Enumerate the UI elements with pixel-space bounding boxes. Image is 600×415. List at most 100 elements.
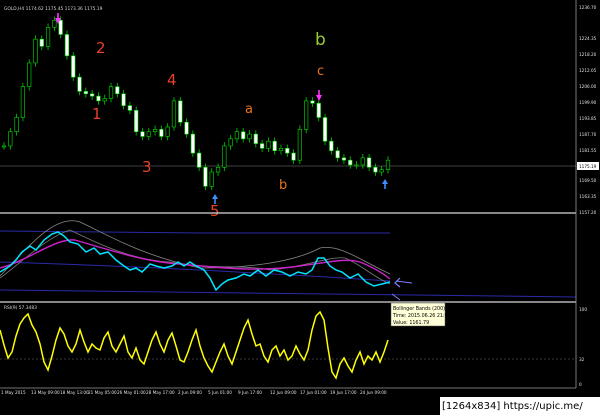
candle-body bbox=[115, 86, 120, 95]
candle-body bbox=[52, 19, 57, 28]
candle-body bbox=[266, 140, 271, 149]
candle-body bbox=[297, 129, 302, 161]
candle-body bbox=[259, 143, 265, 149]
gold-h4-chart: GOLD,H4 1174.62 1175.45 1173.36 1175.19 … bbox=[0, 0, 600, 415]
candle-body bbox=[140, 131, 145, 137]
candle-body bbox=[322, 117, 328, 142]
rsi-tick: 0 bbox=[579, 382, 582, 387]
wave-label-2: 2 bbox=[96, 39, 106, 57]
candle-body bbox=[165, 126, 170, 137]
rsi-tick: 32 bbox=[579, 357, 585, 362]
rsi-pane-title: RSI(9) 57.3483 bbox=[4, 305, 37, 311]
candle-body bbox=[27, 62, 32, 87]
wave-label-b-small: b bbox=[279, 178, 287, 193]
candle-body bbox=[14, 117, 19, 133]
candle-body bbox=[90, 93, 95, 97]
candle-body bbox=[146, 131, 151, 137]
down-arrow-2-stem bbox=[318, 90, 320, 95]
wave-label-4: 4 bbox=[167, 71, 177, 89]
candle-body bbox=[1, 145, 7, 148]
candle-body bbox=[108, 86, 114, 99]
wave-label-c: c bbox=[317, 64, 324, 79]
time-tick: 18 May 13:00 bbox=[60, 390, 89, 395]
candle-body bbox=[178, 100, 183, 123]
candle-body bbox=[291, 152, 296, 161]
candle-body bbox=[348, 159, 353, 166]
candle-body bbox=[228, 138, 233, 147]
candle-body bbox=[373, 167, 378, 173]
candle-body bbox=[197, 152, 202, 168]
candle-body bbox=[285, 148, 290, 154]
candle-body bbox=[152, 129, 158, 133]
price-tick: 1199.90 bbox=[579, 100, 597, 105]
candle-body bbox=[304, 100, 309, 130]
candle-body bbox=[127, 105, 133, 111]
tooltip-line-3: Value: 1161.79 bbox=[393, 320, 429, 326]
candle-body bbox=[83, 91, 88, 95]
candle-body bbox=[335, 150, 340, 159]
time-tick: 21 May 05:00 bbox=[88, 390, 117, 395]
candle-body bbox=[367, 157, 372, 168]
rsi-tick: 100 bbox=[579, 307, 587, 312]
candle-body bbox=[385, 159, 391, 170]
time-tick: 13 May 09:00 bbox=[31, 390, 60, 395]
price-tick: 1218.20 bbox=[579, 52, 597, 57]
candle-body bbox=[360, 157, 365, 166]
candle-body bbox=[329, 140, 334, 151]
time-tick: 9 Jun 17:00 bbox=[238, 390, 262, 395]
price-tick: 1206.00 bbox=[579, 84, 597, 89]
candle-body bbox=[184, 121, 189, 135]
candle-body bbox=[77, 76, 82, 92]
candle-body bbox=[354, 164, 359, 167]
up-arrow-1-stem bbox=[214, 199, 216, 204]
candle-body bbox=[241, 131, 246, 140]
price-tick: 1169.50 bbox=[579, 178, 597, 183]
price-tick: 1157.20 bbox=[579, 210, 597, 215]
candle-body bbox=[102, 98, 107, 102]
down-arrow-1-stem bbox=[57, 13, 59, 18]
candle-body bbox=[45, 27, 51, 47]
current-price-label: 1175.19 bbox=[579, 164, 597, 169]
candle-body bbox=[272, 140, 277, 151]
candle-body bbox=[33, 38, 38, 64]
price-pane-title: GOLD,H4 1174.62 1175.45 1173.36 1175.19 bbox=[4, 6, 103, 12]
time-tick: 24 Jun 09:00 bbox=[360, 390, 387, 395]
candle-body bbox=[215, 167, 221, 173]
time-tick: 5 Jun 01:00 bbox=[208, 390, 232, 395]
time-axis: 1 May 2015 13 May 09:00 18 May 13:00 21 … bbox=[1, 390, 387, 395]
candle-body bbox=[39, 38, 44, 47]
candle-body bbox=[8, 131, 13, 147]
time-tick: 12 Jun 09:00 bbox=[270, 390, 297, 395]
price-tick: 1163.35 bbox=[579, 194, 597, 199]
candle-body bbox=[58, 19, 63, 35]
candle-body bbox=[253, 133, 258, 144]
time-tick: 28 May 17:00 bbox=[146, 390, 175, 395]
candle-body bbox=[247, 133, 252, 140]
time-tick: 1 May 2015 bbox=[1, 390, 26, 395]
tooltip-line-1: Bollinger Bands (200) bbox=[393, 306, 445, 312]
time-tick: 19 Jun 17:00 bbox=[330, 390, 357, 395]
candle-body bbox=[171, 100, 177, 128]
wave-label-3: 3 bbox=[142, 158, 152, 176]
candle-body bbox=[96, 95, 101, 102]
up-arrow-2-stem bbox=[384, 184, 386, 189]
price-tick: 1187.70 bbox=[579, 132, 597, 137]
bollinger-tooltip: Bollinger Bands (200) Time: 2015.06.26 2… bbox=[390, 302, 451, 327]
candle-body bbox=[203, 167, 208, 187]
candle-body bbox=[234, 131, 240, 140]
wave-label-1: 1 bbox=[92, 105, 102, 123]
price-tick: 1236.70 bbox=[579, 5, 597, 10]
candle-body bbox=[20, 86, 25, 118]
candle-body bbox=[121, 93, 126, 106]
wave-label-a: a bbox=[245, 102, 253, 117]
candle-body bbox=[316, 102, 321, 118]
candle-body bbox=[209, 171, 214, 187]
candle-body bbox=[134, 110, 139, 133]
candle-body bbox=[64, 34, 70, 57]
candle-body bbox=[379, 169, 384, 173]
time-tick: 2 Jun 09:00 bbox=[178, 390, 202, 395]
candle-body bbox=[159, 129, 164, 137]
candle-body bbox=[71, 55, 76, 78]
candle-body bbox=[341, 157, 347, 161]
candle-body bbox=[278, 148, 284, 151]
